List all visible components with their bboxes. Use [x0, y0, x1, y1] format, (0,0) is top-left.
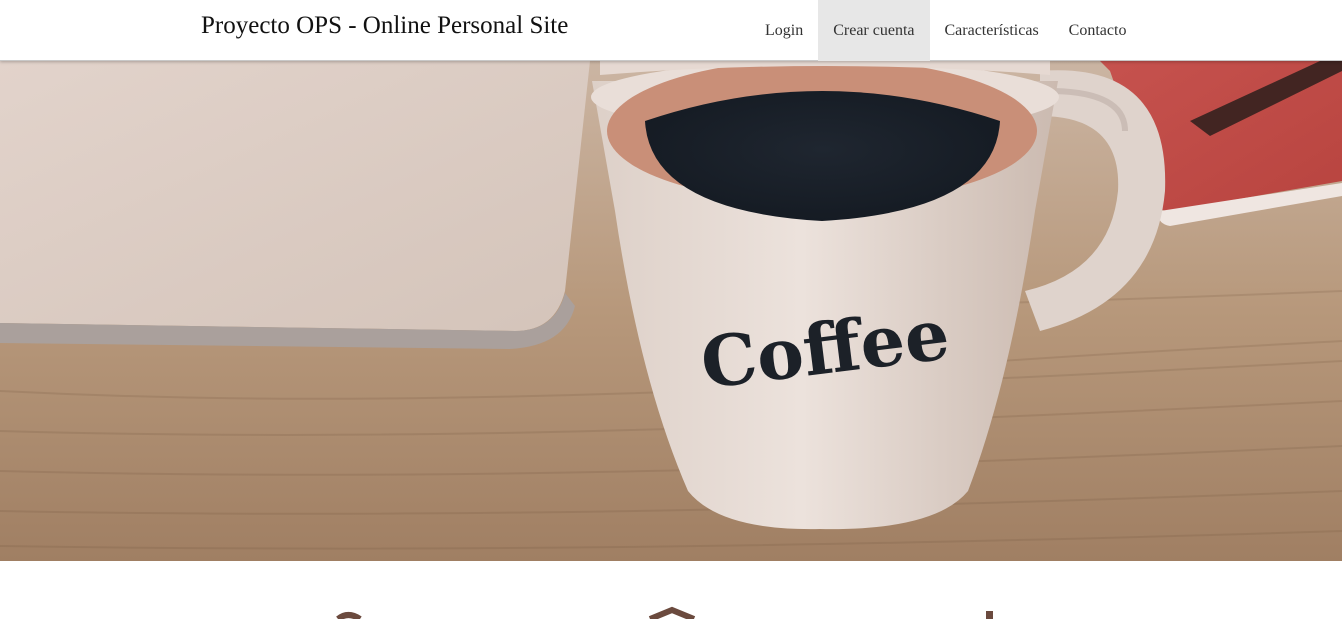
coffee-mug-photo: Coffee: [0, 61, 1342, 561]
hero-banner-image: Coffee: [0, 61, 1342, 561]
site-brand-link[interactable]: Proyecto OPS - Online Personal Site: [201, 12, 568, 40]
feature-icon-right: [986, 611, 993, 619]
nav-link-contacto[interactable]: Contacto: [1054, 0, 1142, 61]
home-icon: [648, 606, 696, 619]
features-section-top: [0, 561, 1342, 619]
nav-link-login[interactable]: Login: [750, 0, 818, 61]
feature-icons-partial: [336, 606, 993, 619]
nav-link-caracteristicas[interactable]: Características: [930, 0, 1054, 61]
laptop-shape: [0, 61, 590, 349]
nav-menu: Login Crear cuenta Características Conta…: [750, 0, 1141, 61]
feature-icon-left: [336, 612, 362, 619]
nav-link-crear-cuenta[interactable]: Crear cuenta: [818, 0, 930, 61]
top-navbar: Proyecto OPS - Online Personal Site Logi…: [0, 0, 1342, 61]
